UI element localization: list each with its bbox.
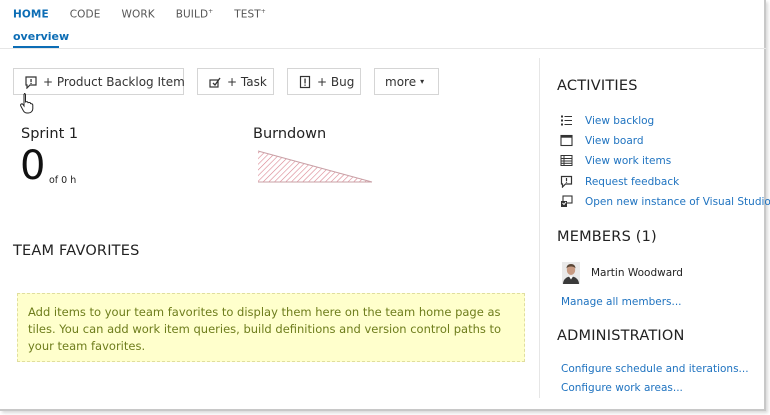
sprint-title[interactable]: Sprint 1 [21, 126, 78, 142]
sprint-remaining-hours: 0 [20, 143, 46, 189]
avatar [562, 262, 580, 284]
chevron-down-icon: ▾ [420, 77, 425, 86]
burndown-title[interactable]: Burndown [253, 126, 326, 142]
add-bug-button[interactable]: + Bug [287, 68, 361, 95]
burndown-chart[interactable] [256, 149, 376, 189]
header-divider [0, 48, 766, 49]
view-work-items-label: View work items [585, 154, 672, 167]
top-nav: HOME CODE WORK BUILD+ TEST+ [13, 8, 287, 21]
add-bug-label: + Bug [317, 74, 355, 89]
team-favorites-empty-message: Add items to your team favorites to disp… [17, 293, 525, 362]
request-feedback-link[interactable]: Request feedback [560, 175, 679, 188]
bug-icon [298, 75, 312, 89]
members-title: MEMBERS (1) [557, 229, 657, 245]
more-label: more [385, 74, 417, 89]
panel-divider [539, 58, 540, 398]
nav-build[interactable]: BUILD+ [176, 8, 214, 21]
manage-members-link[interactable]: Manage all members... [561, 296, 682, 308]
nav-test[interactable]: TEST+ [234, 8, 266, 21]
request-feedback-label: Request feedback [585, 175, 680, 188]
more-dropdown-button[interactable]: more ▾ [374, 68, 439, 95]
nav-home[interactable]: HOME [13, 8, 49, 21]
team-favorites-title: TEAM FAVORITES [13, 243, 140, 259]
open-visual-studio-label: Open new instance of Visual Studio [585, 195, 770, 208]
feedback-icon [560, 175, 573, 188]
hand-cursor-icon [19, 92, 35, 118]
administration-title: ADMINISTRATION [557, 328, 685, 344]
view-backlog-link[interactable]: View backlog [560, 114, 654, 127]
nav-work[interactable]: WORK [121, 8, 154, 21]
backlog-icon [560, 114, 573, 127]
add-product-backlog-item-label: + Product Backlog Item [43, 74, 185, 89]
member-name: Martin Woodward [591, 267, 683, 279]
work-items-icon [560, 154, 573, 167]
view-board-label: View board [585, 134, 644, 147]
task-icon [208, 75, 222, 89]
nav-code[interactable]: CODE [70, 8, 101, 21]
view-board-link[interactable]: View board [560, 134, 644, 147]
sprint-total-hours: of 0 h [49, 175, 77, 186]
view-work-items-link[interactable]: View work items [560, 154, 671, 167]
view-backlog-label: View backlog [585, 114, 655, 127]
add-product-backlog-item-button[interactable]: + Product Backlog Item [13, 68, 185, 95]
visual-studio-icon [560, 195, 573, 208]
open-visual-studio-link[interactable]: Open new instance of Visual Studio [560, 195, 770, 208]
add-task-label: + Task [227, 74, 267, 89]
add-task-button[interactable]: + Task [197, 68, 274, 95]
member-item[interactable]: Martin Woodward [562, 262, 683, 284]
backlog-item-icon [24, 75, 38, 89]
tab-overview[interactable]: overview [13, 30, 69, 43]
board-icon [560, 134, 573, 147]
configure-schedule-link[interactable]: Configure schedule and iterations... [561, 363, 749, 375]
activities-title: ACTIVITIES [557, 78, 638, 94]
configure-work-areas-link[interactable]: Configure work areas... [561, 382, 683, 394]
